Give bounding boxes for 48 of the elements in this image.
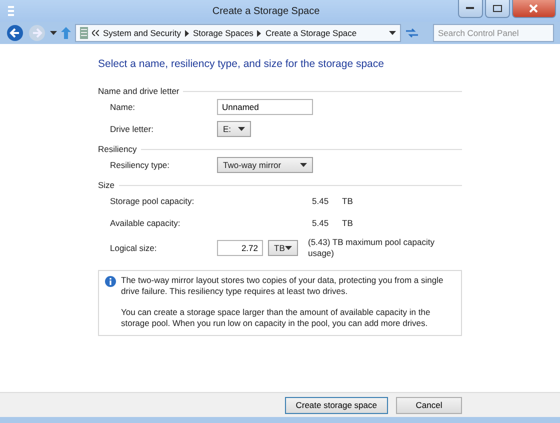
maximize-icon [492, 5, 502, 12]
section-title: Resiliency [98, 144, 137, 154]
breadcrumb[interactable]: Create a Storage Space [265, 28, 357, 38]
field-label: Logical size: [110, 243, 158, 253]
dropdown-caret-icon [389, 31, 396, 35]
search-field[interactable]: Search Control Panel [433, 24, 554, 42]
back-icon[interactable] [6, 24, 24, 42]
close-button[interactable] [512, 0, 556, 18]
control-panel-icon [80, 27, 88, 39]
address-bar[interactable]: System and Security Storage Spaces Create a Storage Space [75, 24, 401, 42]
window-title: Create a Storage Space [212, 6, 320, 16]
section-title: Size [98, 180, 115, 190]
close-icon [529, 4, 538, 13]
size-field[interactable]: 2.72 [217, 240, 263, 256]
unit-text: TB [342, 196, 353, 206]
unit-dropdown[interactable]: TB [268, 240, 298, 256]
maximize-button[interactable] [484, 0, 510, 18]
unit-text: TB [342, 218, 353, 228]
capacity-note: (5.43) TB maximum pool capacity usage) [308, 237, 436, 259]
value-text: 5.45 [312, 196, 330, 206]
dropdown[interactable]: Two-way mirror [217, 157, 313, 173]
caret-icon [285, 246, 292, 250]
separator-icon [184, 30, 189, 36]
create-button[interactable]: Create storage space [284, 396, 388, 414]
minimize-icon [466, 7, 474, 10]
field-label: Name: [110, 102, 136, 112]
info-text: You can create a storage space larger than the amount of available capacity in the storage pool. When you run low on capacity in the pool, you can add more drives. [121, 307, 432, 329]
refresh-icon[interactable] [405, 27, 419, 39]
info-icon [105, 276, 116, 287]
separator-icon [257, 30, 262, 36]
caret-icon [300, 163, 307, 167]
dropdown[interactable]: E: [217, 121, 251, 137]
page-heading: Select a name, resiliency type, and size for the storage space [98, 58, 385, 70]
cancel-button[interactable]: Cancel [396, 396, 462, 414]
minimize-button[interactable] [458, 0, 483, 18]
field-label: Storage pool capacity: [110, 196, 196, 206]
field-label: Drive letter: [110, 124, 154, 134]
field-label: Resiliency type: [110, 160, 171, 170]
info-text: The two-way mirror layout stores two copies of your data, protecting you from a single drive failure. This resiliency type requires at least two drives. [121, 275, 444, 297]
name-field[interactable]: Unnamed [217, 99, 313, 115]
field-label: Available capacity: [110, 218, 182, 228]
value-text: 5.45 [312, 218, 330, 228]
breadcrumb[interactable]: System and Security [103, 28, 181, 38]
section-title: Name and drive letter [98, 86, 180, 96]
breadcrumb[interactable]: Storage Spaces [192, 28, 254, 38]
caret-icon [238, 127, 245, 131]
history-caret-icon [50, 31, 57, 35]
chevron-icon [92, 30, 99, 36]
